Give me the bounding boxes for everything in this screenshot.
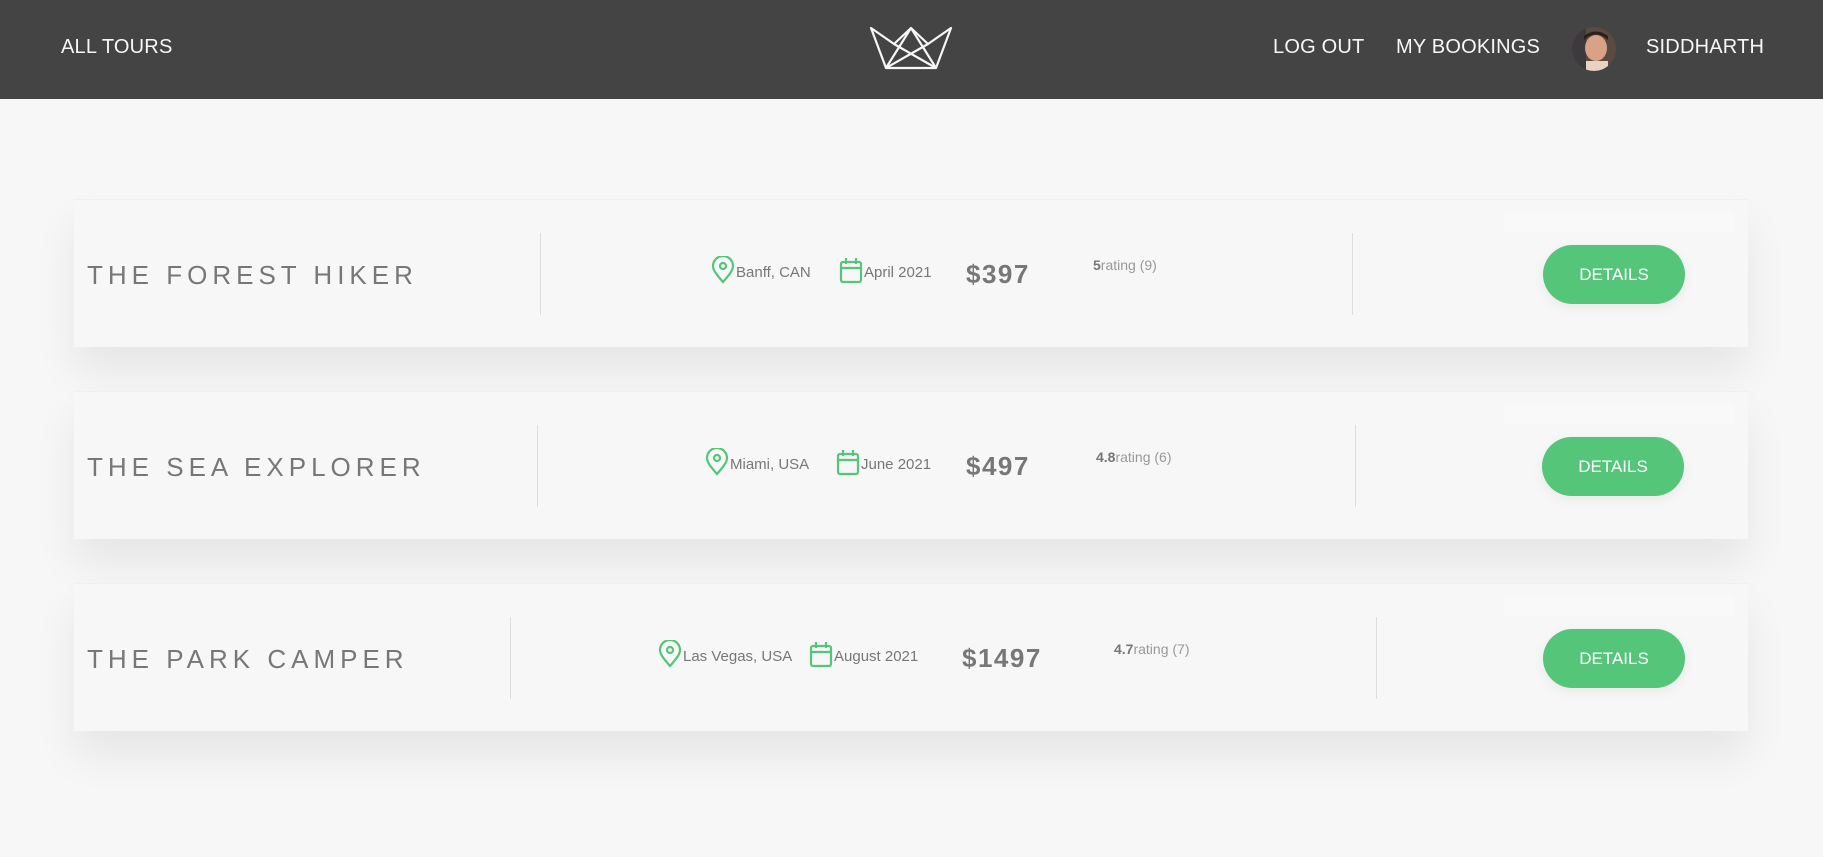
tour-name: THE FOREST HIKER	[87, 260, 418, 290]
details-button[interactable]: DETAILS	[1542, 437, 1684, 496]
rating-value: 5	[1093, 257, 1101, 273]
tour-card: THE SEA EXPLORER Miami, USA June 2021 $4…	[74, 391, 1748, 539]
tour-price: $497	[966, 451, 1030, 481]
all-tours-link[interactable]: ALL TOURS	[61, 36, 172, 59]
tour-date: June 2021	[836, 444, 931, 476]
tour-name: THE SEA EXPLORER	[87, 452, 426, 482]
divider	[537, 425, 538, 507]
user-avatar[interactable]	[1572, 27, 1616, 71]
calendar-icon	[809, 642, 833, 668]
tour-rating: 5rating (9)	[1093, 257, 1157, 273]
calendar-icon	[836, 450, 860, 476]
rating-label: rating (9)	[1100, 257, 1157, 273]
tour-rating: 4.7rating (7)	[1114, 641, 1190, 657]
divider	[1376, 617, 1377, 699]
card-decoration	[1504, 212, 1734, 232]
crown-logo-icon[interactable]	[868, 24, 954, 70]
location-label: Miami, USA	[730, 456, 810, 473]
map-pin-icon	[705, 448, 729, 476]
tour-location: Banff, CAN	[711, 252, 811, 284]
card-decoration	[1504, 596, 1734, 616]
user-name-link[interactable]: SIDDHARTH	[1646, 36, 1764, 59]
calendar-icon	[839, 258, 863, 284]
tour-price: $397	[966, 259, 1030, 289]
my-bookings-link[interactable]: MY BOOKINGS	[1396, 36, 1540, 59]
map-pin-icon	[711, 256, 735, 284]
rating-value: 4.8	[1096, 449, 1116, 465]
tour-location: Miami, USA	[705, 444, 809, 476]
rating-label: rating (6)	[1115, 449, 1172, 465]
divider	[510, 617, 511, 699]
details-button[interactable]: DETAILS	[1543, 245, 1685, 304]
tour-date: April 2021	[839, 252, 932, 284]
date-label: April 2021	[864, 264, 932, 281]
tour-location: Las Vegas, USA	[658, 636, 792, 668]
rating-label: rating (7)	[1133, 641, 1190, 657]
log-out-link[interactable]: LOG OUT	[1273, 36, 1364, 59]
tour-rating: 4.8rating (6)	[1096, 449, 1172, 465]
date-label: August 2021	[834, 648, 919, 665]
divider	[1355, 425, 1356, 507]
divider	[540, 233, 541, 315]
rating-value: 4.7	[1114, 641, 1134, 657]
top-navigation-bar: ALL TOURS LOG OUT MY BOOKINGS SIDDHARTH	[0, 0, 1823, 99]
map-pin-icon	[658, 640, 682, 668]
date-label: June 2021	[861, 456, 932, 473]
details-button[interactable]: DETAILS	[1543, 629, 1685, 688]
divider	[1352, 233, 1353, 315]
tour-name: THE PARK CAMPER	[87, 644, 409, 674]
tour-card: THE PARK CAMPER Las Vegas, USA August 20…	[74, 583, 1748, 731]
location-label: Las Vegas, USA	[683, 648, 793, 665]
card-decoration	[1504, 404, 1734, 424]
tour-price: $1497	[962, 643, 1042, 673]
tour-date: August 2021	[809, 636, 918, 668]
tour-card: THE FOREST HIKER Banff, CAN April 2021 $…	[74, 199, 1748, 347]
location-label: Banff, CAN	[736, 264, 811, 281]
